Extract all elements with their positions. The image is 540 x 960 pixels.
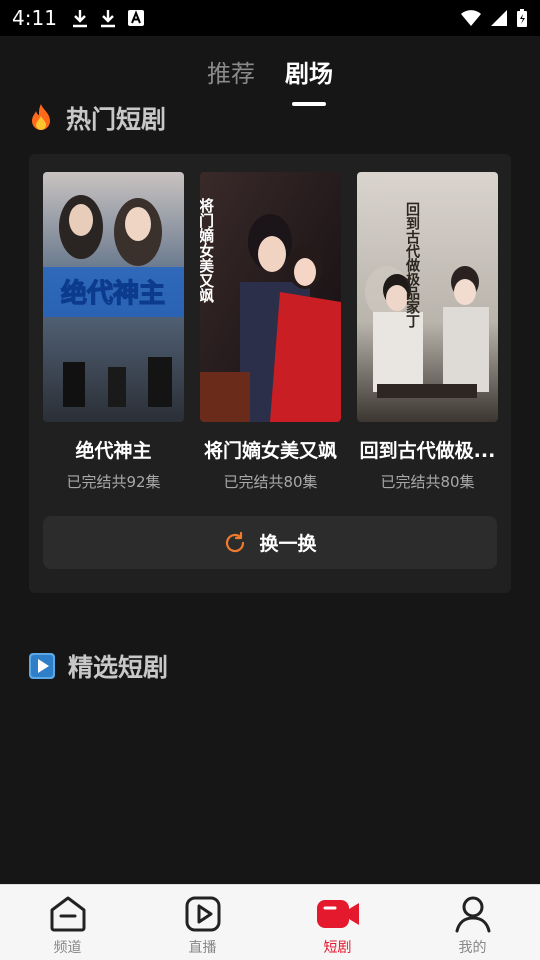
nav-item-profile[interactable]: 我的 <box>405 885 540 960</box>
drama-poster[interactable]: 回到古代做极品家丁 <box>357 172 498 422</box>
drama-list: 绝代神主 绝代神主 已完结共92集 将门嫡女美又飒 将门嫡女美又飒 已完结共80… <box>43 172 498 492</box>
nav-label: 频道 <box>53 940 82 956</box>
wifi-icon <box>461 10 481 26</box>
hot-section-header: 热门短剧 <box>28 100 166 136</box>
play-square-icon <box>29 653 55 679</box>
keyboard-a-icon <box>127 10 144 26</box>
nav-item-channel[interactable]: 频道 <box>0 885 135 960</box>
status-bar: 4:11 <box>0 0 540 36</box>
status-system-icons <box>460 8 528 28</box>
drama-card[interactable]: 绝代神主 绝代神主 已完结共92集 <box>43 172 184 492</box>
drama-status: 已完结共80集 <box>380 473 475 491</box>
video-camera-icon <box>316 900 359 928</box>
drama-title[interactable]: 回到古代做极... <box>357 436 498 463</box>
tab-recommend[interactable]: 推荐 <box>207 48 255 102</box>
hot-drama-panel: 绝代神主 绝代神主 已完结共92集 将门嫡女美又飒 将门嫡女美又飒 已完结共80… <box>29 154 511 593</box>
nav-item-shortdrama[interactable]: 短剧 <box>270 885 405 960</box>
drama-card[interactable]: 将门嫡女美又飒 将门嫡女美又飒 已完结共80集 <box>200 172 341 492</box>
live-play-icon <box>185 896 220 932</box>
nav-label: 我的 <box>458 940 487 956</box>
bottom-nav: 频道 直播 短剧 我的 <box>0 884 540 960</box>
nav-label: 直播 <box>188 940 217 956</box>
poster-title: 回到古代做极品家丁 <box>404 202 421 329</box>
drama-poster[interactable]: 将门嫡女美又飒 <box>200 172 341 422</box>
drama-status: 已完结共92集 <box>66 473 161 491</box>
picked-section-title: 精选短剧 <box>68 653 169 682</box>
battery-charging-icon <box>517 9 527 27</box>
refresh-button-label: 换一换 <box>259 533 317 555</box>
tab-theater[interactable]: 剧场 <box>285 48 333 102</box>
drama-title[interactable]: 绝代神主 <box>43 436 184 463</box>
profile-icon <box>455 896 490 933</box>
nav-item-live[interactable]: 直播 <box>135 885 270 960</box>
hot-section-title: 热门短剧 <box>66 105 167 134</box>
poster-title: 绝代神主 <box>61 278 165 309</box>
download-icon <box>100 10 115 28</box>
status-notifications <box>71 8 145 28</box>
top-tabs: 推荐 剧场 <box>0 48 540 102</box>
signal-icon <box>491 10 507 26</box>
status-time: 4:11 <box>12 6 57 30</box>
picked-section-header: 精选短剧 <box>28 648 168 684</box>
fire-icon <box>32 104 50 130</box>
drama-poster[interactable]: 绝代神主 <box>43 172 184 422</box>
drama-status: 已完结共80集 <box>223 473 318 491</box>
drama-title[interactable]: 将门嫡女美又飒 <box>200 436 341 463</box>
poster-title: 将门嫡女美又飒 <box>200 197 215 304</box>
download-icon <box>72 10 87 28</box>
refresh-button[interactable]: 换一换 <box>43 516 497 569</box>
channel-icon <box>50 896 85 932</box>
refresh-icon <box>226 531 245 552</box>
nav-label: 短剧 <box>323 940 352 956</box>
drama-card[interactable]: 回到古代做极品家丁 回到古代做极... 已完结共80集 <box>357 172 498 492</box>
